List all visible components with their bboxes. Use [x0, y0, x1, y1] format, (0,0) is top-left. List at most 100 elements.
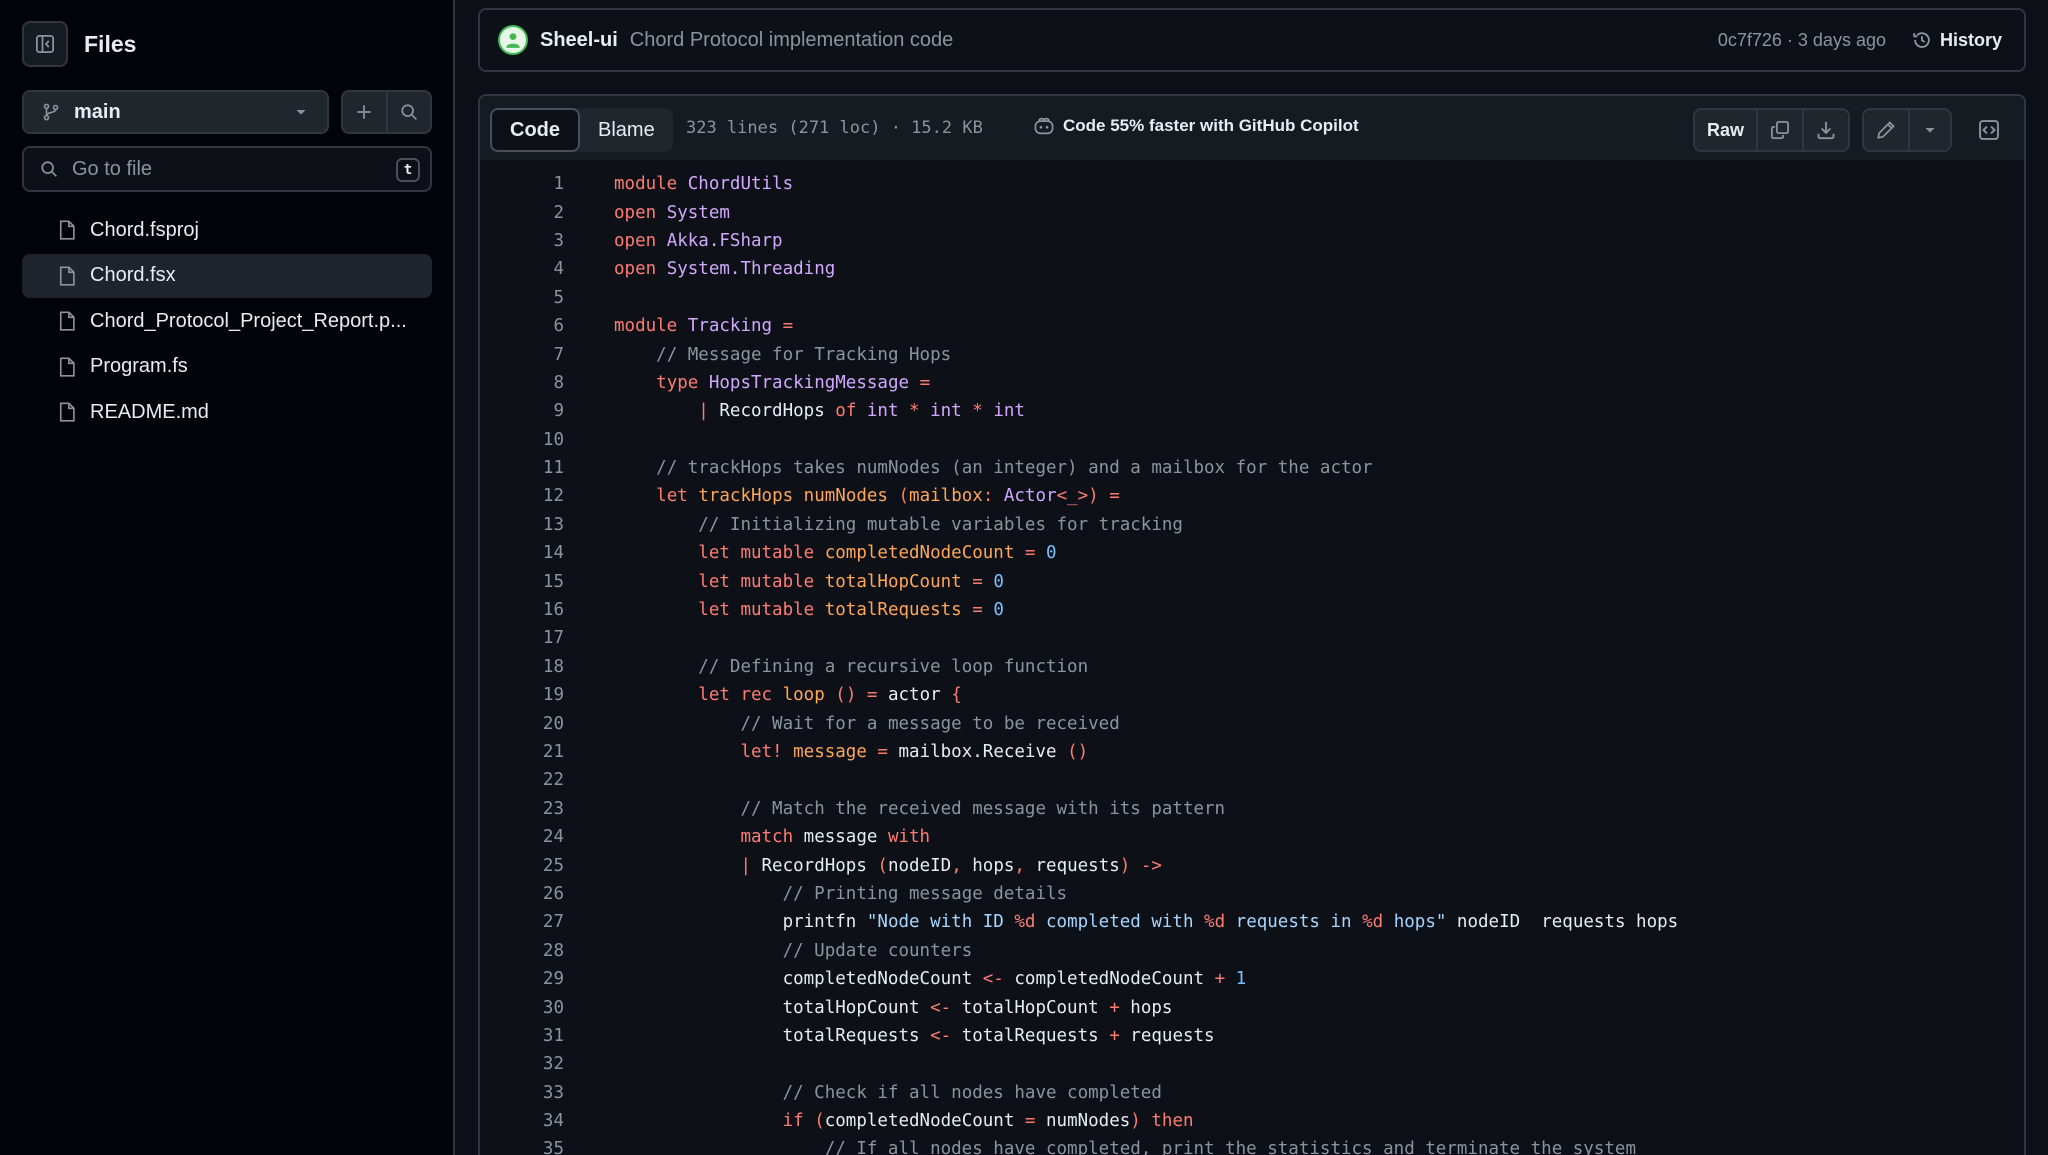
line-number[interactable]: 6	[480, 316, 564, 336]
file-item[interactable]: README.md	[22, 390, 432, 434]
line-number[interactable]: 33	[480, 1083, 564, 1103]
tab-code[interactable]: Code	[490, 108, 580, 152]
file-item[interactable]: Chord.fsproj	[22, 208, 432, 252]
avatar[interactable]	[498, 25, 528, 55]
tab-blame[interactable]: Blame	[580, 108, 673, 152]
line-number[interactable]: 32	[480, 1054, 564, 1074]
line-number[interactable]: 9	[480, 401, 564, 421]
code-token: completedNodeCount	[824, 543, 1015, 564]
line-number[interactable]: 14	[480, 543, 564, 563]
download-button[interactable]	[1802, 110, 1848, 150]
line-number[interactable]: 1	[480, 174, 564, 194]
code-line: 10	[480, 426, 2024, 454]
copy-raw-button[interactable]	[1756, 110, 1802, 150]
code-token: totalHopCount	[824, 571, 962, 592]
code-view[interactable]: 1 module ChordUtils 2 open System 3 open Akka…	[478, 160, 2026, 1155]
history-icon	[1913, 32, 1930, 48]
code-token: *	[898, 401, 931, 422]
line-number[interactable]: 19	[480, 685, 564, 705]
code-token: =	[772, 316, 794, 337]
code-token: numNodes	[1046, 1111, 1131, 1132]
line-number[interactable]: 31	[480, 1026, 564, 1046]
line-number[interactable]: 28	[480, 941, 564, 961]
code-token: let mutable	[698, 543, 825, 564]
line-number[interactable]: 20	[480, 714, 564, 734]
file-item[interactable]: Chord_Protocol_Project_Report.p...	[22, 299, 432, 343]
history-button[interactable]: History	[1912, 30, 2002, 51]
edit-file-button[interactable]	[1864, 110, 1908, 150]
line-code: | RecordHops of int * int * int	[614, 401, 1025, 421]
line-code: open Akka.FSharp	[614, 231, 783, 251]
line-number[interactable]: 13	[480, 515, 564, 535]
add-file-button[interactable]	[343, 92, 388, 132]
raw-button[interactable]: Raw	[1695, 110, 1756, 150]
line-number[interactable]: 7	[480, 345, 564, 365]
sidebar-collapse-icon	[36, 35, 54, 53]
search-files-button[interactable]	[388, 92, 431, 132]
line-code: // Initializing mutable variables for tr…	[614, 515, 1183, 535]
code-line: 7 // Message for Tracking Hops	[480, 340, 2024, 368]
line-number[interactable]: 10	[480, 430, 564, 450]
line-number[interactable]: 27	[480, 912, 564, 932]
collapse-sidebar-button[interactable]	[22, 21, 68, 67]
symbols-panel-button[interactable]	[1966, 110, 2012, 150]
line-number[interactable]: 2	[480, 203, 564, 223]
go-to-file-input[interactable]: Go to file t	[22, 146, 432, 192]
code-token: <-	[930, 997, 962, 1018]
branch-selector[interactable]: main	[22, 90, 329, 134]
commit-message[interactable]: Chord Protocol implementation code	[630, 29, 954, 52]
line-number[interactable]: 4	[480, 259, 564, 279]
code-token: completedNodeCount	[782, 969, 983, 990]
copilot-icon	[1034, 117, 1054, 135]
code-token: let rec	[698, 685, 783, 706]
line-number[interactable]: 3	[480, 231, 564, 251]
commit-author[interactable]: Sheel-ui	[540, 29, 618, 52]
line-number[interactable]: 5	[480, 288, 564, 308]
line-number[interactable]: 25	[480, 856, 564, 876]
code-token: open	[614, 202, 667, 223]
code-token: totalRequests	[961, 1025, 1110, 1046]
code-token: // trackHops takes numNodes (an integer)…	[656, 458, 1373, 479]
code-line: 21 let! message = mailbox.Receive ()	[480, 738, 2024, 766]
more-edit-options-button[interactable]	[1908, 110, 1950, 150]
file-item[interactable]: Chord.fsx	[22, 253, 432, 298]
copilot-promo[interactable]: Code 55% faster with GitHub Copilot	[1033, 116, 1359, 136]
line-number[interactable]: 16	[480, 600, 564, 620]
code-line: 32	[480, 1050, 2024, 1078]
line-code: // Check if all nodes have completed	[614, 1083, 1162, 1103]
line-number[interactable]: 22	[480, 770, 564, 790]
line-number[interactable]: 30	[480, 998, 564, 1018]
git-branch-icon	[43, 103, 59, 121]
line-number[interactable]: 29	[480, 969, 564, 989]
code-token: ,	[1014, 855, 1036, 876]
line-number[interactable]: 18	[480, 657, 564, 677]
line-number[interactable]: 12	[480, 486, 564, 506]
code-token: =	[961, 600, 994, 621]
line-number[interactable]: 15	[480, 572, 564, 592]
commit-sha-time[interactable]: 0c7f726 · 3 days ago	[1718, 30, 1886, 51]
edit-actions-group	[1862, 108, 1952, 152]
line-number[interactable]: 8	[480, 373, 564, 393]
sidebar-actions	[341, 90, 432, 134]
code-token: match	[740, 827, 804, 848]
sidebar-title: Files	[84, 30, 137, 57]
code-token: int	[993, 401, 1025, 422]
line-number[interactable]: 21	[480, 742, 564, 762]
line-number[interactable]: 23	[480, 799, 564, 819]
code-token: // Printing message details	[782, 883, 1068, 904]
code-token: nodeID	[887, 855, 952, 876]
line-code: // trackHops takes numNodes (an integer)…	[614, 458, 1373, 479]
line-number[interactable]: 35	[480, 1139, 564, 1155]
line-number[interactable]: 34	[480, 1111, 564, 1131]
line-number[interactable]: 11	[480, 458, 564, 478]
line-number[interactable]: 24	[480, 827, 564, 847]
line-number[interactable]: 26	[480, 884, 564, 904]
line-code: open System.Threading	[614, 259, 835, 279]
file-item[interactable]: Program.fs	[22, 345, 432, 389]
file-name: Chord.fsproj	[90, 218, 199, 241]
line-number[interactable]: 17	[480, 628, 564, 648]
